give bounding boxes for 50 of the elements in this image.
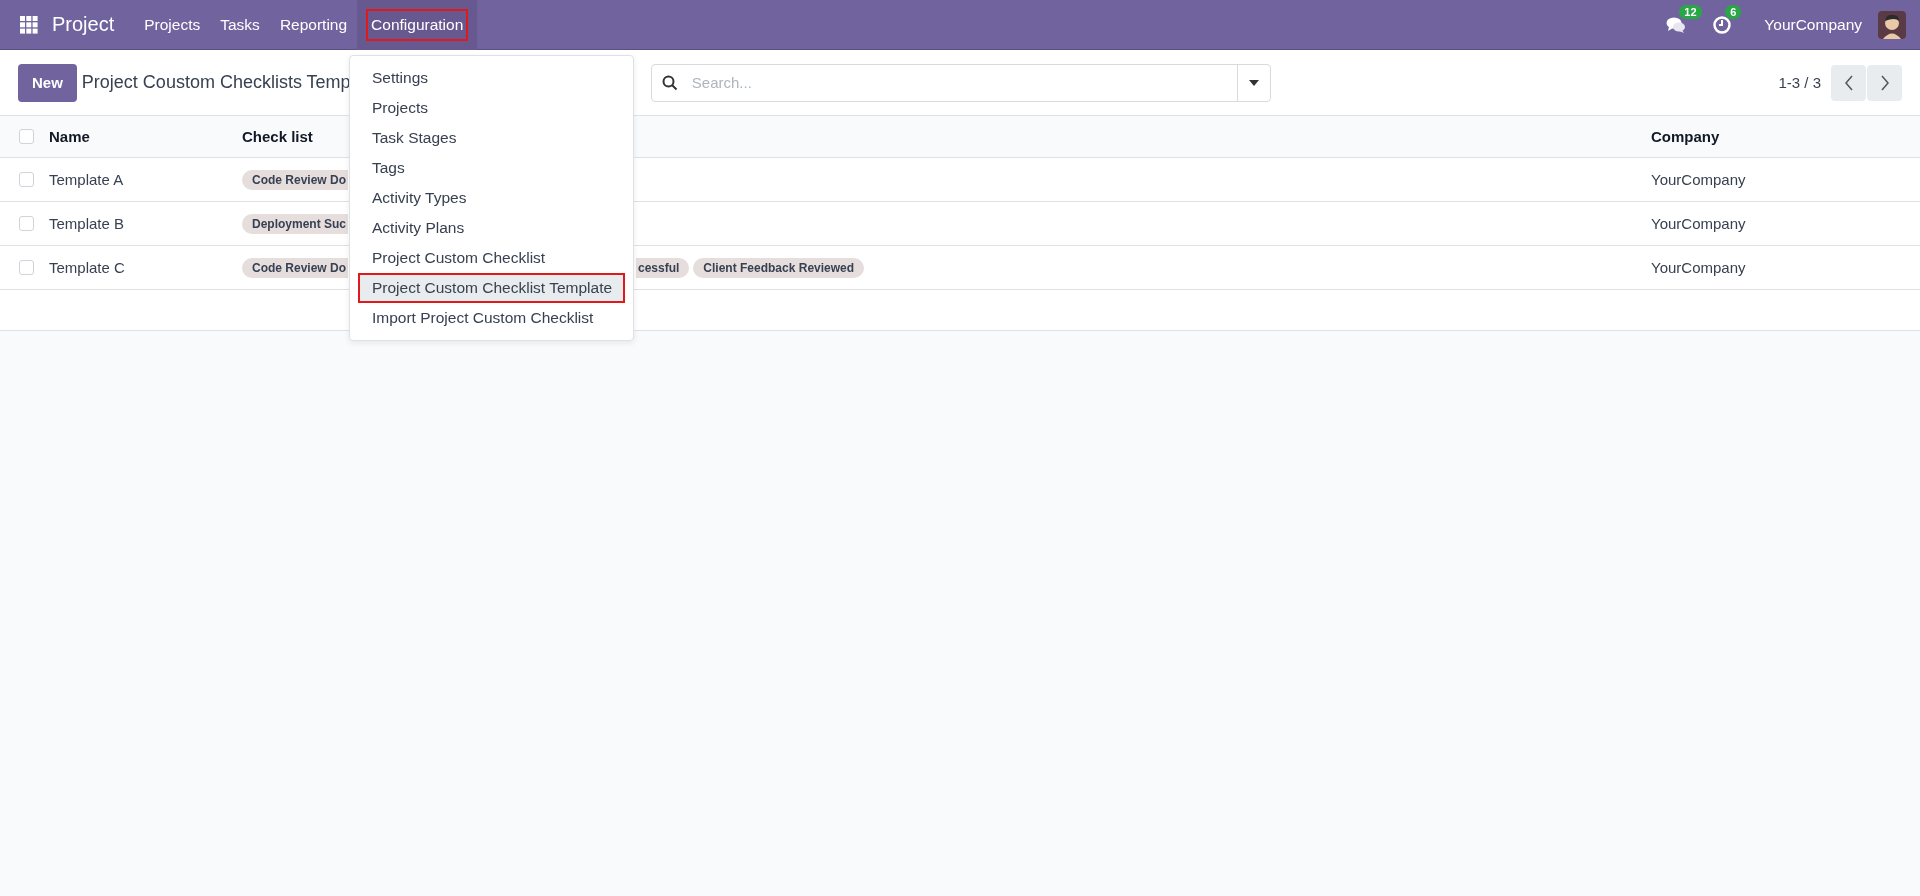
dropdown-menu-item[interactable]: Settings <box>350 63 633 93</box>
dropdown-menu-item[interactable]: Activity Plans <box>350 213 633 243</box>
column-header[interactable]: Company <box>1651 128 1720 145</box>
dropdown-menu-item[interactable]: Tags <box>350 153 633 183</box>
app-name[interactable]: Project <box>52 13 115 36</box>
nav-menu-item[interactable]: Projects <box>134 0 211 50</box>
table-cell: YourCompany <box>1651 259 1746 276</box>
pager-value[interactable]: 1-3 / 3 <box>1778 74 1821 91</box>
next-page-button[interactable] <box>1867 64 1902 101</box>
breadcrumb-title: Project Coustom Checklists Temp <box>81 72 351 93</box>
table-cell: Template B <box>49 215 125 232</box>
dropdown-menu-item[interactable]: Import Project Custom Checklist <box>350 303 633 333</box>
chevron-right-icon <box>1879 74 1890 91</box>
dropdown-menu-item[interactable]: Project Custom Checklist <box>350 243 633 273</box>
company-switcher[interactable]: YourCompany <box>1764 15 1862 34</box>
row-checkbox[interactable] <box>19 172 34 187</box>
table-cell: YourCompany <box>1651 215 1746 232</box>
table-cell: YourCompany <box>1651 171 1746 188</box>
search-bar[interactable]: Search... <box>650 63 1271 102</box>
checklist-tag: Deployment Suc <box>242 213 349 234</box>
caret-icon <box>1248 79 1259 86</box>
search-icon <box>661 74 678 91</box>
chat-icon[interactable] <box>1666 15 1687 34</box>
column-header[interactable]: Name <box>49 128 90 145</box>
previous-page-button[interactable] <box>1831 64 1866 101</box>
row-checkbox[interactable] <box>19 216 34 231</box>
message-count-badge: 12 <box>1679 4 1702 19</box>
nav-menu-item[interactable]: Tasks <box>210 0 270 50</box>
dropdown-menu-item[interactable]: Project Custom Checklist Template <box>358 273 625 303</box>
checklist-tag: Client Feedback Reviewed <box>693 257 865 278</box>
checklist-tag: Code Review Do <box>242 257 349 278</box>
row-checkbox[interactable] <box>19 260 34 275</box>
clock-icon[interactable] <box>1712 14 1733 35</box>
dropdown-menu-item[interactable]: Activity Types <box>350 183 633 213</box>
nav-menu-item[interactable]: Configuration <box>357 0 478 50</box>
select-all-checkbox[interactable] <box>19 129 34 144</box>
user-avatar[interactable] <box>1878 10 1906 39</box>
search-field[interactable]: Search... <box>689 73 1237 92</box>
nav-menu-item[interactable]: Reporting <box>269 0 358 50</box>
apps-grid-icon[interactable] <box>20 15 38 34</box>
dropdown-menu-item[interactable]: Task Stages <box>350 123 633 153</box>
checklist-tag: Code Review Do <box>242 169 349 190</box>
column-header[interactable]: Check list <box>242 128 313 145</box>
table-cell: Template A <box>49 171 124 188</box>
dropdown-menu-item[interactable]: Projects <box>350 93 633 123</box>
activity-count-badge: 6 <box>1725 4 1742 19</box>
table-cell: Template C <box>49 259 125 276</box>
checklist-tag: cessful <box>636 257 690 278</box>
chevron-left-icon <box>1843 74 1854 91</box>
new-button[interactable]: New <box>18 63 77 102</box>
